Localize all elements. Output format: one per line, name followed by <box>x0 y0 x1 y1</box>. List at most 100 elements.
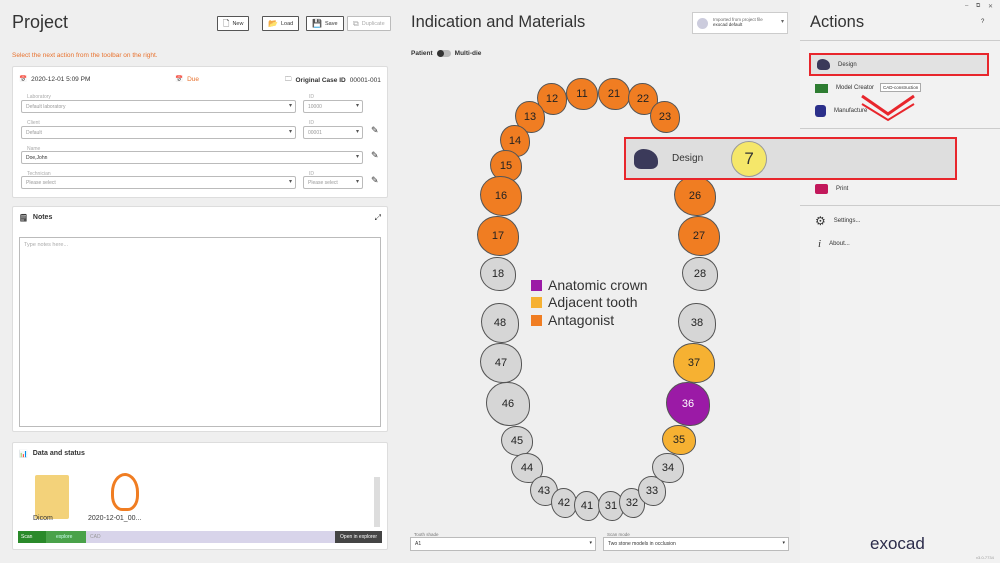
laboratory-select[interactable]: Default laboratory ▾ <box>21 100 296 113</box>
help-icon[interactable]: ? <box>981 19 984 25</box>
minimize-icon[interactable]: – <box>965 3 968 9</box>
chevron-down-icon: ▾ <box>780 19 784 25</box>
chevron-down-icon: ▾ <box>355 129 359 135</box>
project-panel: Project 🗋 New 📂 Load 💾 Save ⧉ Duplicate Sele… <box>0 0 400 563</box>
explore-step[interactable]: explore <box>46 531 86 543</box>
import-line2: exocad default <box>713 22 743 27</box>
dicom-folder-icon[interactable] <box>35 475 69 519</box>
settings-action[interactable]: ⚙ Settings... <box>815 210 860 232</box>
new-button[interactable]: 🗋 New <box>217 16 250 31</box>
exocad-logo: exocad <box>870 534 925 553</box>
tooth-37[interactable]: 37 <box>673 343 715 383</box>
scan-mode-select[interactable]: Two stone models in occlusion ▾ <box>603 537 789 551</box>
about-action[interactable]: i About... <box>818 233 850 255</box>
scan-step-label: Scan <box>21 534 33 540</box>
tooth-27[interactable]: 27 <box>678 216 720 256</box>
technician-select[interactable]: Please select ▾ <box>21 176 296 189</box>
edit-name-icon[interactable]: ✎ <box>371 150 379 161</box>
tooth-34[interactable]: 34 <box>652 453 684 483</box>
patient-multidie-toggle[interactable]: Patient Multi-die <box>411 50 481 57</box>
tech-id-value: Please select <box>308 180 338 186</box>
step-number-badge: 7 <box>731 140 768 177</box>
tooth-36[interactable]: 36 <box>666 382 710 426</box>
duplicate-button[interactable]: ⧉ Duplicate <box>347 16 391 31</box>
client-id-select[interactable]: 00001 ▾ <box>303 126 363 139</box>
import-select[interactable]: Imported from project file exocad defaul… <box>692 12 788 34</box>
tooth-shade-value: A1 <box>415 541 422 547</box>
legend-adjacent-tooth: Adjacent tooth <box>531 294 638 310</box>
legend-label: Anatomic crown <box>548 277 648 293</box>
duplicate-label: Duplicate <box>361 20 385 27</box>
technician-value: Please select <box>26 180 56 186</box>
divider <box>800 40 1000 41</box>
scan-step[interactable]: Scan <box>18 531 46 543</box>
next-action-hint: Select the next action from the toolbar … <box>12 52 158 59</box>
scan-file-label: 2020-12-01_00... <box>88 515 142 522</box>
tooth-28[interactable]: 28 <box>682 257 718 291</box>
chevron-down-icon: ▾ <box>288 129 292 135</box>
duplicate-icon: ⧉ <box>353 18 359 28</box>
tooth-45[interactable]: 45 <box>501 426 533 456</box>
due-date[interactable]: 📅 Due <box>175 75 199 84</box>
case-id-value: 00001-001 <box>349 77 381 84</box>
print-action[interactable]: Print <box>815 178 848 200</box>
tooth-46[interactable]: 46 <box>486 382 530 426</box>
tooth-48[interactable]: 48 <box>481 303 519 343</box>
explore-step-label: explore <box>56 534 73 540</box>
notes-title: Notes <box>32 214 53 221</box>
folder-icon: 📂 <box>268 18 278 28</box>
divider <box>800 128 1000 129</box>
lab-id-select[interactable]: 10000 ▾ <box>303 100 363 113</box>
tooth-47[interactable]: 47 <box>480 343 522 383</box>
tooth-23[interactable]: 23 <box>650 101 680 133</box>
legend-label: Adjacent tooth <box>548 294 638 310</box>
new-label: New <box>232 20 244 27</box>
notes-header: 🗒 Notes <box>19 214 52 222</box>
scan-file-icon[interactable] <box>111 473 139 511</box>
tooth-18[interactable]: 18 <box>480 257 516 291</box>
edit-technician-icon[interactable]: ✎ <box>371 175 379 186</box>
chevron-down-icon: ▾ <box>355 103 359 109</box>
tooth-11[interactable]: 11 <box>566 78 598 110</box>
toggle-switch[interactable] <box>436 50 451 57</box>
tooth-38[interactable]: 38 <box>678 303 716 343</box>
gear-icon: ⚙ <box>815 214 826 228</box>
close-icon[interactable]: ✕ <box>988 3 993 10</box>
legend-anatomic-crown: Anatomic crown <box>531 277 648 293</box>
name-select[interactable]: Doe,John ▾ <box>21 151 363 164</box>
design-icon <box>634 148 658 169</box>
load-button[interactable]: 📂 Load <box>262 16 300 31</box>
chart-icon: 📊 <box>19 451 28 458</box>
chevron-down-icon: ▾ <box>288 179 292 185</box>
cad-step[interactable]: CAD <box>90 534 101 540</box>
design-label: Design <box>838 61 857 68</box>
tooth-shade-select[interactable]: A1 ▾ <box>410 537 596 551</box>
tooth-35[interactable]: 35 <box>662 425 696 455</box>
scrollbar[interactable] <box>374 477 380 527</box>
data-status-header: 📊 Data and status <box>19 450 85 458</box>
notes-textarea[interactable]: Type notes here... <box>19 237 381 427</box>
maximize-icon[interactable]: ⧉ <box>976 3 980 10</box>
legend-label: Antagonist <box>548 312 615 328</box>
tooth-16[interactable]: 16 <box>480 176 522 216</box>
design-action[interactable]: Design <box>809 53 989 76</box>
new-file-icon: 🗋 <box>223 18 230 28</box>
tooth-21[interactable]: 21 <box>598 78 630 110</box>
name-value: Doe,John <box>26 155 48 161</box>
edit-client-icon[interactable]: ✎ <box>371 125 379 136</box>
indication-title: Indication and Materials <box>411 13 586 31</box>
client-select[interactable]: Default ▾ <box>21 126 296 139</box>
expand-icon[interactable]: ⤢ <box>375 213 381 223</box>
tooth-41[interactable]: 41 <box>574 491 600 521</box>
case-id-label: Original Case ID <box>295 77 346 84</box>
save-icon: 💾 <box>312 18 322 28</box>
tech-id-select[interactable]: Please select ▾ <box>303 176 363 189</box>
save-button[interactable]: 💾 Save <box>306 16 344 31</box>
tooth-17[interactable]: 17 <box>477 216 519 256</box>
tooth-26[interactable]: 26 <box>674 176 716 216</box>
case-id: 🗀 Original Case ID 00001-001 <box>285 75 381 86</box>
design-popup-label: Design <box>672 153 704 164</box>
design-popup-button[interactable]: Design 7 <box>624 137 957 180</box>
chevron-down-icon: ▾ <box>782 540 785 546</box>
open-explorer-button[interactable]: Open in explorer <box>335 531 382 543</box>
